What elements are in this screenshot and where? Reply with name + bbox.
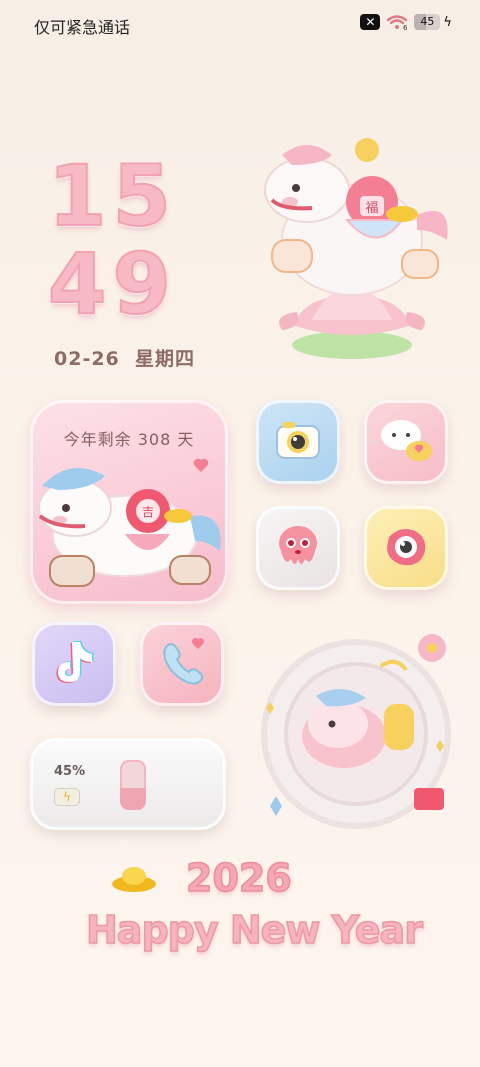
countdown-text: 今年剩余 308 天 <box>63 430 195 449</box>
octopus-app-icon[interactable] <box>256 506 340 590</box>
wifi-label: 6 <box>403 24 408 30</box>
battery-level-text: 45 <box>420 15 435 28</box>
chat-bubble-icon <box>379 417 433 467</box>
horse-illustration: 吉 <box>30 456 240 606</box>
charging-plug-icon: ϟ <box>54 788 80 806</box>
camera-icon <box>275 420 321 464</box>
clock-widget[interactable]: 15 49 <box>47 147 198 333</box>
battery-indicator: 45 ϟ <box>414 14 452 30</box>
clock-minutes: 49 <box>47 235 177 333</box>
date-text: 02-26 <box>54 348 120 370</box>
tiktok-icon <box>52 638 96 690</box>
phone-icon <box>157 637 207 690</box>
battery-widget[interactable]: 45% ϟ <box>30 738 226 830</box>
phone-app-icon[interactable] <box>140 622 224 706</box>
messages-app-icon[interactable] <box>364 400 448 484</box>
battery-percent-text: 45% <box>54 764 86 779</box>
svg-text:吉: 吉 <box>142 505 154 519</box>
clock-hours: 15 <box>47 147 177 245</box>
tiktok-app-icon[interactable] <box>32 622 116 706</box>
carrier-status-text: 仅可紧急通话 <box>34 18 131 37</box>
eye-icon <box>381 523 431 573</box>
new-year-year: 2026 <box>185 855 292 901</box>
weekday-text: 星期四 <box>135 348 196 370</box>
lightning-icon: ϟ <box>443 14 452 30</box>
camera-app-icon[interactable] <box>256 400 340 484</box>
status-icons: ✕ 6 45 ϟ <box>360 14 452 32</box>
octopus-icon <box>273 521 323 575</box>
sim-disabled-icon: ✕ <box>360 14 381 30</box>
horse-lotus-illustration: 福 <box>252 130 462 370</box>
eye-app-icon[interactable] <box>364 506 448 590</box>
svg-text:福: 福 <box>365 201 378 216</box>
gold-ingot-icon <box>110 862 158 894</box>
year-countdown-widget[interactable]: 今年剩余 308 天 吉 <box>30 400 228 604</box>
horse-bubble-widget[interactable] <box>256 626 462 832</box>
date-line: 02-26 星期四 <box>54 344 195 371</box>
status-bar: 仅可紧急通话 ✕ 6 45 ϟ <box>0 0 480 48</box>
new-year-greeting: Happy New Year <box>85 907 423 953</box>
battery-level-bar <box>120 760 146 810</box>
wifi-icon: 6 <box>386 14 408 32</box>
